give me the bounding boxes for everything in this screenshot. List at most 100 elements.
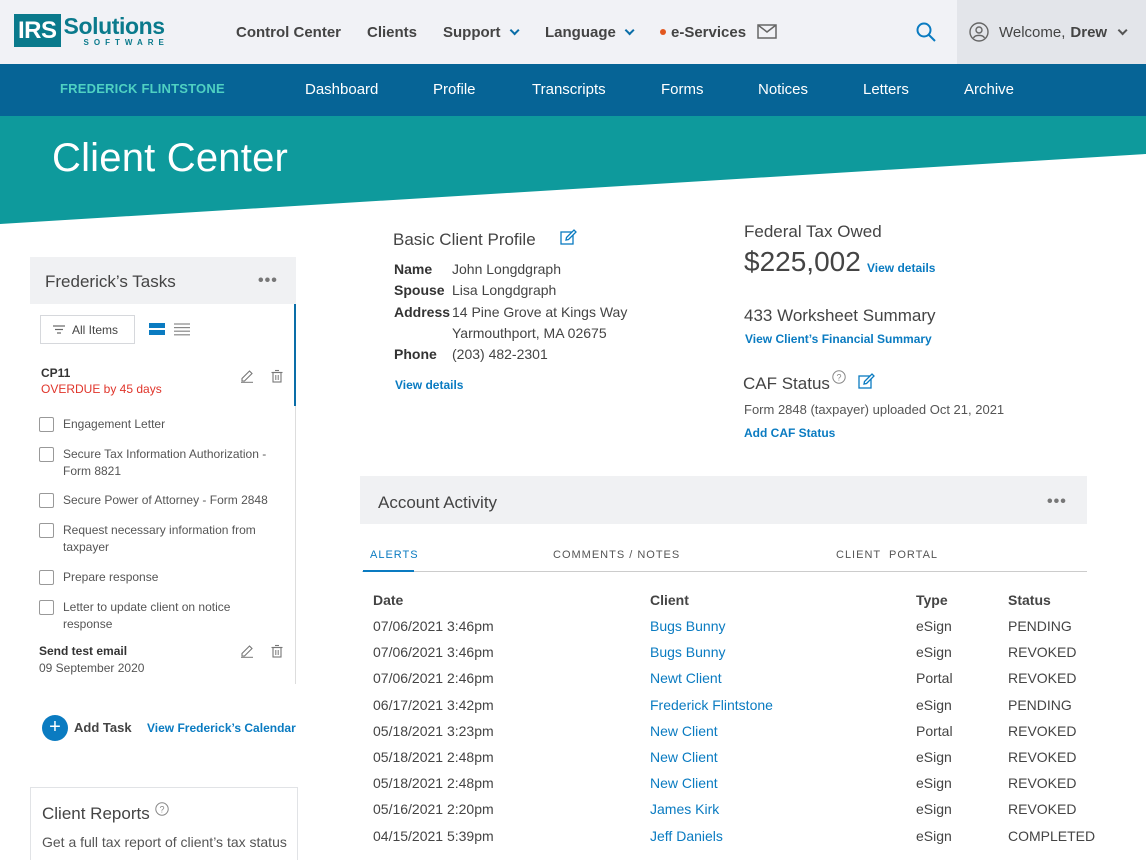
cell-date: 06/17/2021 3:42pm bbox=[373, 696, 494, 713]
overdue-status: OVERDUE by 45 days bbox=[41, 382, 162, 396]
more-options-icon[interactable]: ••• bbox=[1047, 493, 1067, 511]
tab-forms[interactable]: Forms bbox=[661, 64, 704, 116]
cell-client-link[interactable]: New Client bbox=[650, 775, 718, 791]
card-view-icon[interactable] bbox=[149, 323, 165, 336]
cell-status: REVOKED bbox=[1008, 749, 1077, 765]
cell-date: 07/06/2021 3:46pm bbox=[373, 644, 494, 661]
nav-control-center[interactable]: Control Center bbox=[236, 0, 341, 64]
cell-date: 05/16/2021 2:20pm bbox=[373, 801, 494, 818]
help-icon[interactable]: ? bbox=[832, 370, 846, 384]
cell-client-link[interactable]: Bugs Bunny bbox=[650, 618, 726, 634]
cell-date: 04/15/2021 5:39pm bbox=[373, 827, 494, 844]
address-label: Address bbox=[394, 304, 451, 320]
tasks-scrollbar[interactable] bbox=[294, 304, 296, 406]
nav-clients[interactable]: Clients bbox=[367, 0, 417, 64]
mail-icon[interactable] bbox=[757, 24, 777, 39]
edit-caf-icon[interactable] bbox=[858, 373, 875, 390]
svg-text:?: ? bbox=[159, 804, 164, 814]
user-menu-dropdown[interactable]: Welcome, Drew bbox=[957, 0, 1146, 64]
cell-status: PENDING bbox=[1008, 618, 1072, 634]
cell-status: REVOKED bbox=[1008, 775, 1077, 792]
task-checkbox[interactable] bbox=[39, 600, 54, 615]
tab-archive[interactable]: Archive bbox=[964, 64, 1014, 116]
search-icon[interactable] bbox=[916, 22, 936, 42]
tab-transcripts[interactable]: Transcripts bbox=[532, 64, 606, 116]
tab-dashboard[interactable]: Dashboard bbox=[305, 64, 378, 116]
cell-client-link[interactable]: James Kirk bbox=[650, 801, 719, 817]
nav-language-dropdown[interactable]: Language bbox=[545, 0, 635, 64]
task-group-title: CP11 bbox=[41, 366, 71, 380]
notification-dot-icon bbox=[660, 29, 666, 35]
tab-comments-notes[interactable]: COMMENTS / NOTES bbox=[553, 549, 680, 561]
task-checkbox[interactable] bbox=[39, 447, 54, 462]
more-options-icon[interactable]: ••• bbox=[258, 272, 278, 290]
column-header-type[interactable]: Type bbox=[916, 592, 948, 608]
logo-mark: IRS bbox=[14, 14, 61, 47]
tab-client-portal[interactable]: CLIENT PORTAL bbox=[836, 549, 938, 561]
cell-type: Portal bbox=[916, 670, 953, 687]
cell-status: REVOKED bbox=[1008, 722, 1077, 739]
user-name: Drew bbox=[1070, 23, 1108, 41]
view-calendar-link[interactable]: View Frederick’s Calendar bbox=[147, 721, 296, 735]
cell-type: eSign bbox=[916, 775, 952, 792]
spouse-value: Lisa Longdgraph bbox=[452, 282, 557, 298]
edit-icon[interactable] bbox=[240, 369, 254, 383]
tab-notices[interactable]: Notices bbox=[758, 64, 808, 116]
task-item: Secure Tax Information Authorization - F… bbox=[39, 446, 279, 480]
list-view-icon[interactable] bbox=[174, 323, 190, 336]
trash-icon[interactable] bbox=[270, 644, 284, 658]
task-checkbox[interactable] bbox=[39, 570, 54, 585]
column-header-client[interactable]: Client bbox=[650, 592, 689, 608]
cell-client-link[interactable]: Frederick Flintstone bbox=[650, 697, 773, 713]
task-checkbox[interactable] bbox=[39, 523, 54, 538]
cell-status: REVOKED bbox=[1008, 644, 1077, 661]
account-activity-title: Account Activity bbox=[378, 493, 498, 512]
chevron-down-icon bbox=[509, 24, 520, 35]
cell-client-link[interactable]: New Client bbox=[650, 723, 718, 739]
column-header-status[interactable]: Status bbox=[1008, 592, 1051, 608]
tab-letters[interactable]: Letters bbox=[863, 64, 909, 116]
add-caf-status-link[interactable]: Add CAF Status bbox=[744, 426, 835, 440]
nav-support-dropdown[interactable]: Support bbox=[443, 0, 520, 64]
task-checkbox[interactable] bbox=[39, 493, 54, 508]
tabs-divider bbox=[362, 571, 1087, 572]
task-checkbox[interactable] bbox=[39, 417, 54, 432]
tab-profile[interactable]: Profile bbox=[433, 64, 476, 116]
client-reports-description: Get a full tax report of client’s tax st… bbox=[42, 834, 287, 850]
tab-alerts[interactable]: ALERTS bbox=[370, 549, 419, 561]
add-task-label[interactable]: Add Task bbox=[74, 720, 132, 735]
task-item: Engagement Letter bbox=[39, 416, 279, 433]
user-avatar-icon bbox=[969, 22, 989, 42]
cell-client-link[interactable]: Jeff Daniels bbox=[650, 828, 723, 844]
worksheet-title: 433 Worksheet Summary bbox=[744, 306, 936, 325]
profile-view-details-link[interactable]: View details bbox=[395, 378, 463, 392]
welcome-label: Welcome, bbox=[999, 23, 1066, 41]
irs-solutions-logo[interactable]: IRS Solutions SOFTWARE bbox=[14, 14, 169, 52]
chevron-down-icon bbox=[624, 24, 635, 35]
cell-type: eSign bbox=[916, 696, 952, 713]
svg-text:?: ? bbox=[836, 372, 841, 382]
address-line1: 14 Pine Grove at Kings Way bbox=[452, 304, 628, 320]
cell-date: 05/18/2021 2:48pm bbox=[373, 749, 494, 765]
federal-tax-amount: $225,002 bbox=[744, 246, 861, 277]
cell-client-link[interactable]: Newt Client bbox=[650, 670, 722, 686]
page-title: Client Center bbox=[52, 136, 289, 180]
cell-status: REVOKED bbox=[1008, 670, 1077, 687]
federal-view-details-link[interactable]: View details bbox=[867, 261, 935, 275]
filter-all-items-button[interactable]: All Items bbox=[40, 315, 135, 344]
edit-icon[interactable] bbox=[240, 644, 254, 658]
financial-summary-link[interactable]: View Client’s Financial Summary bbox=[745, 332, 932, 346]
trash-icon[interactable] bbox=[270, 369, 284, 383]
nav-eservices[interactable]: e-Services bbox=[660, 0, 746, 64]
client-reports-title: Client Reports bbox=[42, 804, 150, 823]
cell-client-link[interactable]: New Client bbox=[650, 749, 718, 765]
help-icon[interactable]: ? bbox=[155, 802, 169, 816]
add-task-button[interactable]: + bbox=[42, 715, 68, 741]
cell-type: Portal bbox=[916, 722, 953, 739]
task-group-title: Send test email bbox=[39, 644, 128, 658]
cell-client-link[interactable]: Bugs Bunny bbox=[650, 644, 726, 660]
column-header-date[interactable]: Date bbox=[373, 592, 403, 608]
cell-type: eSign bbox=[916, 618, 952, 634]
federal-tax-title: Federal Tax Owed bbox=[744, 222, 882, 241]
edit-profile-icon[interactable] bbox=[560, 229, 577, 246]
